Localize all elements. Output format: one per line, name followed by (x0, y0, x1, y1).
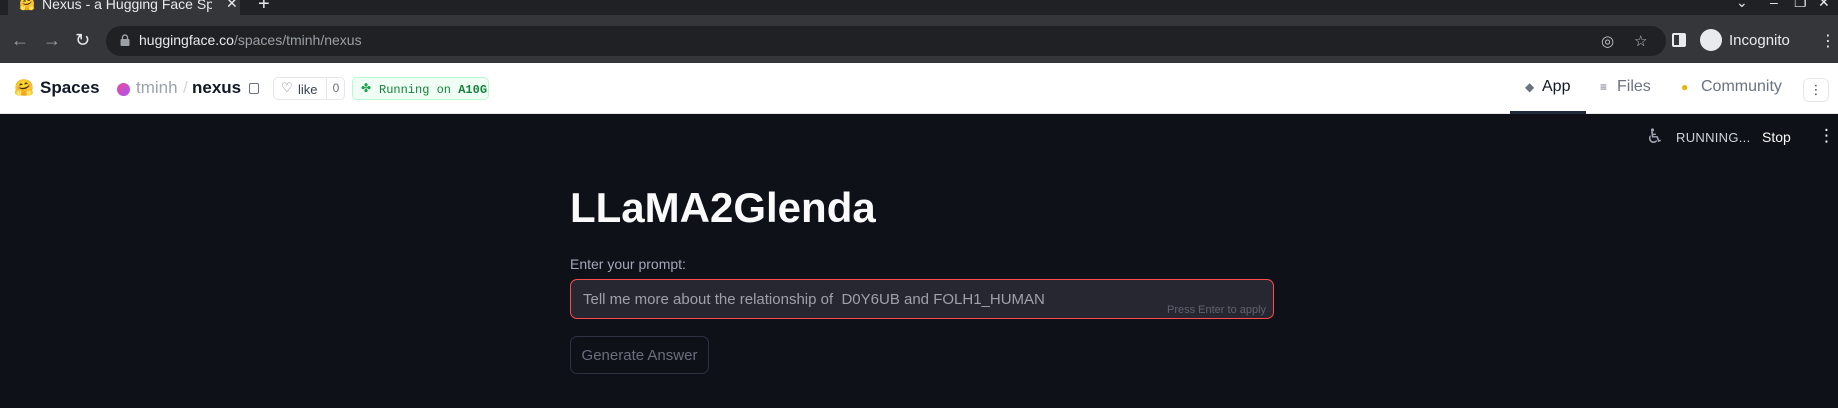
hugging-face-logo-icon[interactable]: 🤗 (14, 78, 34, 98)
browser-tabstrip: 🤗 Nexus - a Hugging Face Sp ✕ + ⌄ – ❐ ✕ (0, 0, 1838, 15)
tab-title: Nexus - a Hugging Face Sp (42, 0, 212, 12)
reload-icon[interactable]: ↻ (75, 30, 90, 51)
close-window-icon[interactable]: ✕ (1818, 0, 1830, 11)
list-icon: ≡ (1600, 80, 1608, 94)
like-label: like (298, 82, 318, 97)
tab-community-label: Community (1701, 78, 1782, 95)
restore-window-icon[interactable]: ❐ (1794, 0, 1807, 11)
tab-app[interactable]: ◆ App (1510, 63, 1586, 114)
breadcrumb-separator: / (183, 78, 188, 97)
browser-menu-icon[interactable]: ⋮ (1820, 31, 1836, 51)
owner-link[interactable]: tminh (136, 78, 178, 98)
incognito-icon (1700, 29, 1722, 51)
tab-close-icon[interactable]: ✕ (226, 0, 238, 12)
press-enter-hint: Press Enter to apply (1167, 304, 1267, 316)
status-badge[interactable]: ✤ Running on A10G (352, 77, 489, 100)
tab-search-chevron-icon[interactable]: ⌄ (1736, 0, 1748, 11)
copy-icon[interactable] (249, 83, 259, 94)
back-arrow-icon[interactable]: ← (11, 30, 29, 51)
hugging-face-favicon-icon: 🤗 (19, 0, 36, 11)
tab-community[interactable]: ● Community (1680, 63, 1795, 114)
cube-icon: ◆ (1525, 80, 1535, 94)
status-text: Running on A10G (379, 83, 488, 97)
tab-files[interactable]: ≡ Files (1600, 63, 1670, 114)
fan-icon: ✤ (361, 81, 372, 95)
more-options-icon[interactable]: ⋮ (1803, 78, 1829, 102)
generate-answer-button[interactable]: Generate Answer (570, 336, 709, 374)
page-title: LLaMA2Glenda (570, 184, 876, 231)
eye-off-icon[interactable]: ◎ (1601, 32, 1614, 50)
running-person-icon: ♿ (1646, 126, 1664, 148)
forward-arrow-icon[interactable]: → (43, 30, 61, 51)
app-container: ♿ RUNNING... Stop ⋮ LLaMA2Glenda Enter y… (0, 114, 1838, 408)
url-text: huggingface.co/spaces/tminh/nexus (139, 32, 362, 48)
chat-icon: ● (1681, 80, 1689, 94)
bookmark-star-icon[interactable]: ☆ (1634, 32, 1647, 50)
side-panel-icon[interactable] (1672, 33, 1686, 47)
running-status: RUNNING... (1676, 130, 1751, 145)
new-tab-button[interactable]: + (258, 0, 270, 16)
repo-link[interactable]: nexus (192, 78, 241, 98)
like-count: 0 (326, 78, 345, 99)
like-button[interactable]: ♡ like 0 (273, 77, 345, 100)
address-bar[interactable]: huggingface.co/spaces/tminh/nexus ◎ ☆ (106, 26, 1666, 56)
owner-avatar[interactable] (117, 83, 130, 96)
stop-button[interactable]: Stop (1762, 129, 1791, 145)
incognito-label[interactable]: Incognito (1729, 32, 1790, 49)
tab-app-label: App (1542, 78, 1571, 95)
hf-header: 🤗 Spaces tminh / nexus ♡ like 0 ✤ Runnin… (0, 63, 1838, 114)
browser-tab[interactable]: 🤗 Nexus - a Hugging Face Sp ✕ (8, 0, 240, 15)
spaces-link[interactable]: Spaces (40, 78, 100, 98)
prompt-label: Enter your prompt: (570, 256, 686, 272)
lock-icon (120, 34, 130, 46)
tab-files-label: Files (1617, 78, 1651, 95)
app-menu-icon[interactable]: ⋮ (1818, 126, 1835, 146)
minimize-window-icon[interactable]: – (1770, 0, 1778, 10)
heart-icon: ♡ (281, 80, 293, 95)
